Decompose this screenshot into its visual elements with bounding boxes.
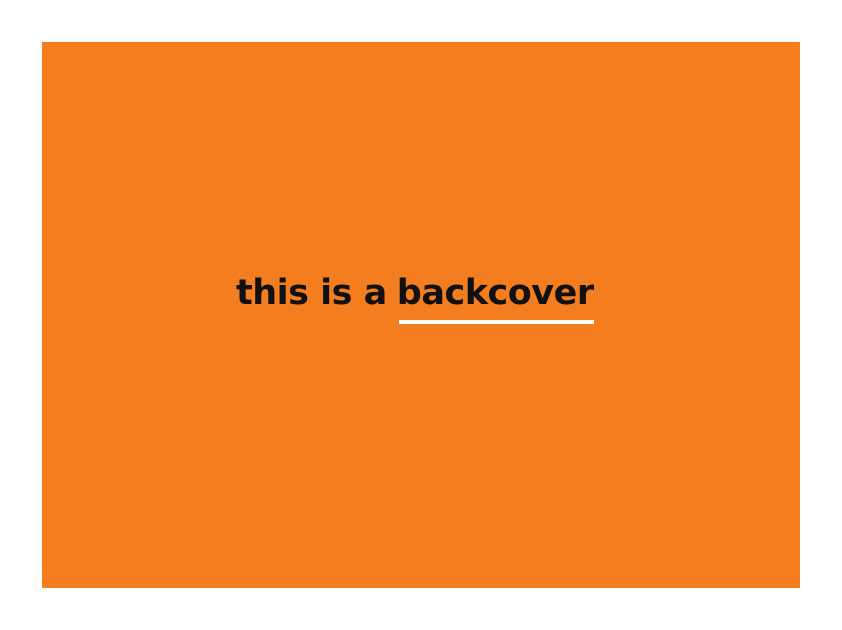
headline-emphasis: backcover xyxy=(396,268,594,324)
headline-lead-text: this is a xyxy=(236,273,387,313)
page: this is a backcover xyxy=(0,0,842,630)
headline-emphasis-text: backcover xyxy=(396,273,594,313)
headline: this is a backcover xyxy=(236,268,594,328)
headline-underline xyxy=(398,320,594,324)
